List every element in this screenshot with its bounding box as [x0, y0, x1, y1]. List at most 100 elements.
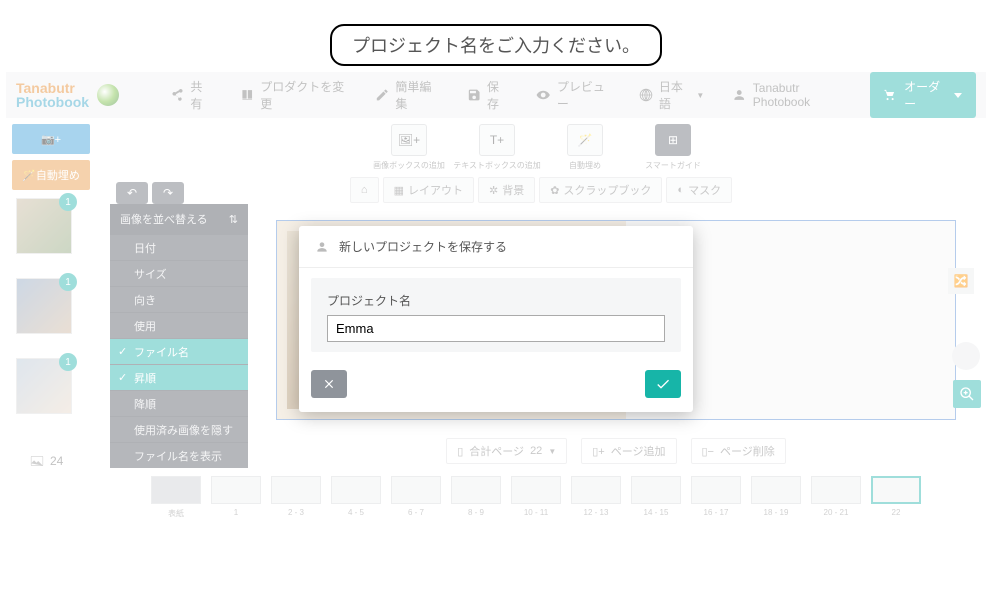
sort-item-used[interactable]: 使用 [110, 312, 248, 338]
user-label: Tanabutr Photobook [753, 81, 850, 109]
save-icon [467, 87, 481, 103]
smart-guide-button[interactable]: ⊞ スマートガイド [649, 124, 697, 171]
cart-icon [884, 88, 896, 102]
easy-edit-button[interactable]: 簡単編集 [363, 72, 451, 118]
save-label: 保存 [487, 78, 508, 112]
image-thumbnails: 1 1 1 [16, 198, 88, 438]
instruction-callout: プロジェクト名をご入力ください。 [330, 24, 662, 66]
background-button[interactable]: ✲ 背景 [478, 177, 535, 203]
share-label: 共有 [190, 78, 211, 112]
page-strip-item[interactable]: 16 - 17 [691, 476, 741, 517]
undo-button[interactable]: ↶ [116, 182, 148, 204]
sort-item-filename[interactable]: ファイル名 [110, 338, 248, 364]
page-strip-item[interactable]: 20 - 21 [811, 476, 861, 517]
page-strip-item[interactable]: 10 - 11 [511, 476, 561, 517]
zoom-button[interactable] [953, 380, 981, 408]
user-icon [315, 240, 329, 254]
project-name-input[interactable] [327, 315, 665, 342]
check-icon [655, 376, 671, 392]
confirm-button[interactable] [645, 370, 681, 398]
sort-item-descending[interactable]: 降順 [110, 390, 248, 416]
image-count: 24 [30, 454, 63, 468]
next-page-button[interactable] [952, 342, 980, 370]
usage-badge: 1 [59, 353, 77, 371]
image-thumbnail[interactable]: 1 [16, 198, 72, 254]
zoom-icon [959, 386, 975, 402]
image-thumbnail[interactable]: 1 [16, 278, 72, 334]
sort-item-ascending[interactable]: 昇順 [110, 364, 248, 390]
cancel-button[interactable] [311, 370, 347, 398]
auto-fill-button-2[interactable]: 🪄 自動埋め [561, 124, 609, 171]
edit-icon [375, 87, 389, 103]
redo-button[interactable]: ↷ [152, 182, 184, 204]
page-strip-item[interactable]: 表紙 [151, 476, 201, 519]
header-bar: Tanabutr Photobook 共有 プロダクトを変更 簡単編集 保存 プ… [6, 72, 986, 118]
page-strip-item[interactable]: 14 - 15 [631, 476, 681, 517]
image-thumbnail[interactable]: 1 [16, 358, 72, 414]
sort-item-hide-used[interactable]: 使用済み画像を隠す [110, 416, 248, 442]
sort-menu: 画像を並べ替える ⇅ 日付 サイズ 向き 使用 ファイル名 昇順 降順 使用済み… [110, 204, 248, 468]
left-actions: 📷+ 🪄 自動埋め [6, 118, 96, 190]
scrapbook-button[interactable]: ✿ スクラップブック [539, 177, 662, 203]
share-button[interactable]: 共有 [158, 72, 224, 118]
save-button[interactable]: 保存 [455, 72, 521, 118]
usage-badge: 1 [59, 273, 77, 291]
add-text-box-button[interactable]: T+ テキストボックスの追加 [473, 124, 521, 171]
language-label: 日本語 [659, 78, 690, 112]
add-page-button[interactable]: ▯+ ページ追加 [581, 438, 676, 464]
order-button[interactable]: オーダー [870, 72, 976, 118]
preview-label: プレビュー [557, 78, 611, 112]
sort-menu-header: 画像を並べ替える ⇅ [110, 204, 248, 234]
add-page-icon: ▯+ [592, 445, 604, 458]
globe-icon [639, 87, 653, 103]
language-selector[interactable]: 日本語 ▼ [627, 72, 716, 118]
page-controls: ▯ 合計ページ 22 ▼ ▯+ ページ追加 ▯− ページ削除 [276, 438, 956, 464]
total-pages[interactable]: ▯ 合計ページ 22 ▼ [446, 438, 567, 464]
home-button[interactable]: ⌂ [350, 177, 379, 203]
page-strip-item[interactable]: 8 - 9 [451, 476, 501, 517]
auto-fill-button[interactable]: 🪄 自動埋め [12, 160, 90, 190]
page-strip: 表紙 1 2 - 3 4 - 5 6 - 7 8 - 9 10 - 11 12 … [96, 476, 976, 526]
add-image-box-button[interactable]: 🖼+ 画像ボックスの追加 [385, 124, 433, 171]
images-icon [30, 455, 44, 467]
easy-edit-label: 簡単編集 [395, 78, 438, 112]
delete-page-button[interactable]: ▯− ページ削除 [691, 438, 786, 464]
save-project-dialog: 新しいプロジェクトを保存する プロジェクト名 [299, 226, 693, 412]
sort-item-orientation[interactable]: 向き [110, 286, 248, 312]
sort-item-date[interactable]: 日付 [110, 234, 248, 260]
page-strip-item[interactable]: 12 - 13 [571, 476, 621, 517]
change-product-label: プロダクトを変更 [260, 78, 347, 112]
project-name-label: プロジェクト名 [327, 292, 665, 309]
text-plus-icon: T+ [490, 133, 504, 147]
page-strip-item[interactable]: 1 [211, 476, 261, 517]
wand-icon: 🪄 [578, 133, 593, 147]
page-strip-item[interactable]: 4 - 5 [331, 476, 381, 517]
undo-icon: ↶ [127, 186, 137, 200]
chevron-down-icon: ▼ [548, 447, 556, 456]
page-strip-item[interactable]: 6 - 7 [391, 476, 441, 517]
sort-item-show-filename[interactable]: ファイル名を表示 [110, 442, 248, 468]
shuffle-icon: 🔀 [954, 274, 969, 288]
shuffle-button[interactable]: 🔀 [948, 268, 974, 294]
mask-button[interactable]: ◐ マスク [666, 177, 732, 203]
guide-icon: ⊞ [668, 133, 678, 147]
user-icon [732, 87, 746, 103]
layout-button[interactable]: ▦ レイアウト [383, 177, 474, 203]
page-strip-item[interactable]: 22 [871, 476, 921, 517]
sort-item-size[interactable]: サイズ [110, 260, 248, 286]
dialog-title: 新しいプロジェクトを保存する [339, 238, 507, 255]
page-icon: ▯ [457, 445, 463, 458]
user-menu[interactable]: Tanabutr Photobook [720, 72, 862, 118]
book-icon [240, 87, 254, 103]
share-icon [170, 87, 184, 103]
add-images-button[interactable]: 📷+ [12, 124, 90, 154]
change-product-button[interactable]: プロダクトを変更 [228, 72, 359, 118]
logo-icon [97, 84, 119, 106]
app-logo: Tanabutr Photobook [16, 81, 119, 109]
sort-icon: ⇅ [229, 213, 238, 226]
usage-badge: 1 [59, 193, 77, 211]
dialog-header: 新しいプロジェクトを保存する [299, 226, 693, 268]
page-strip-item[interactable]: 2 - 3 [271, 476, 321, 517]
page-strip-item[interactable]: 18 - 19 [751, 476, 801, 517]
preview-button[interactable]: プレビュー [524, 72, 623, 118]
